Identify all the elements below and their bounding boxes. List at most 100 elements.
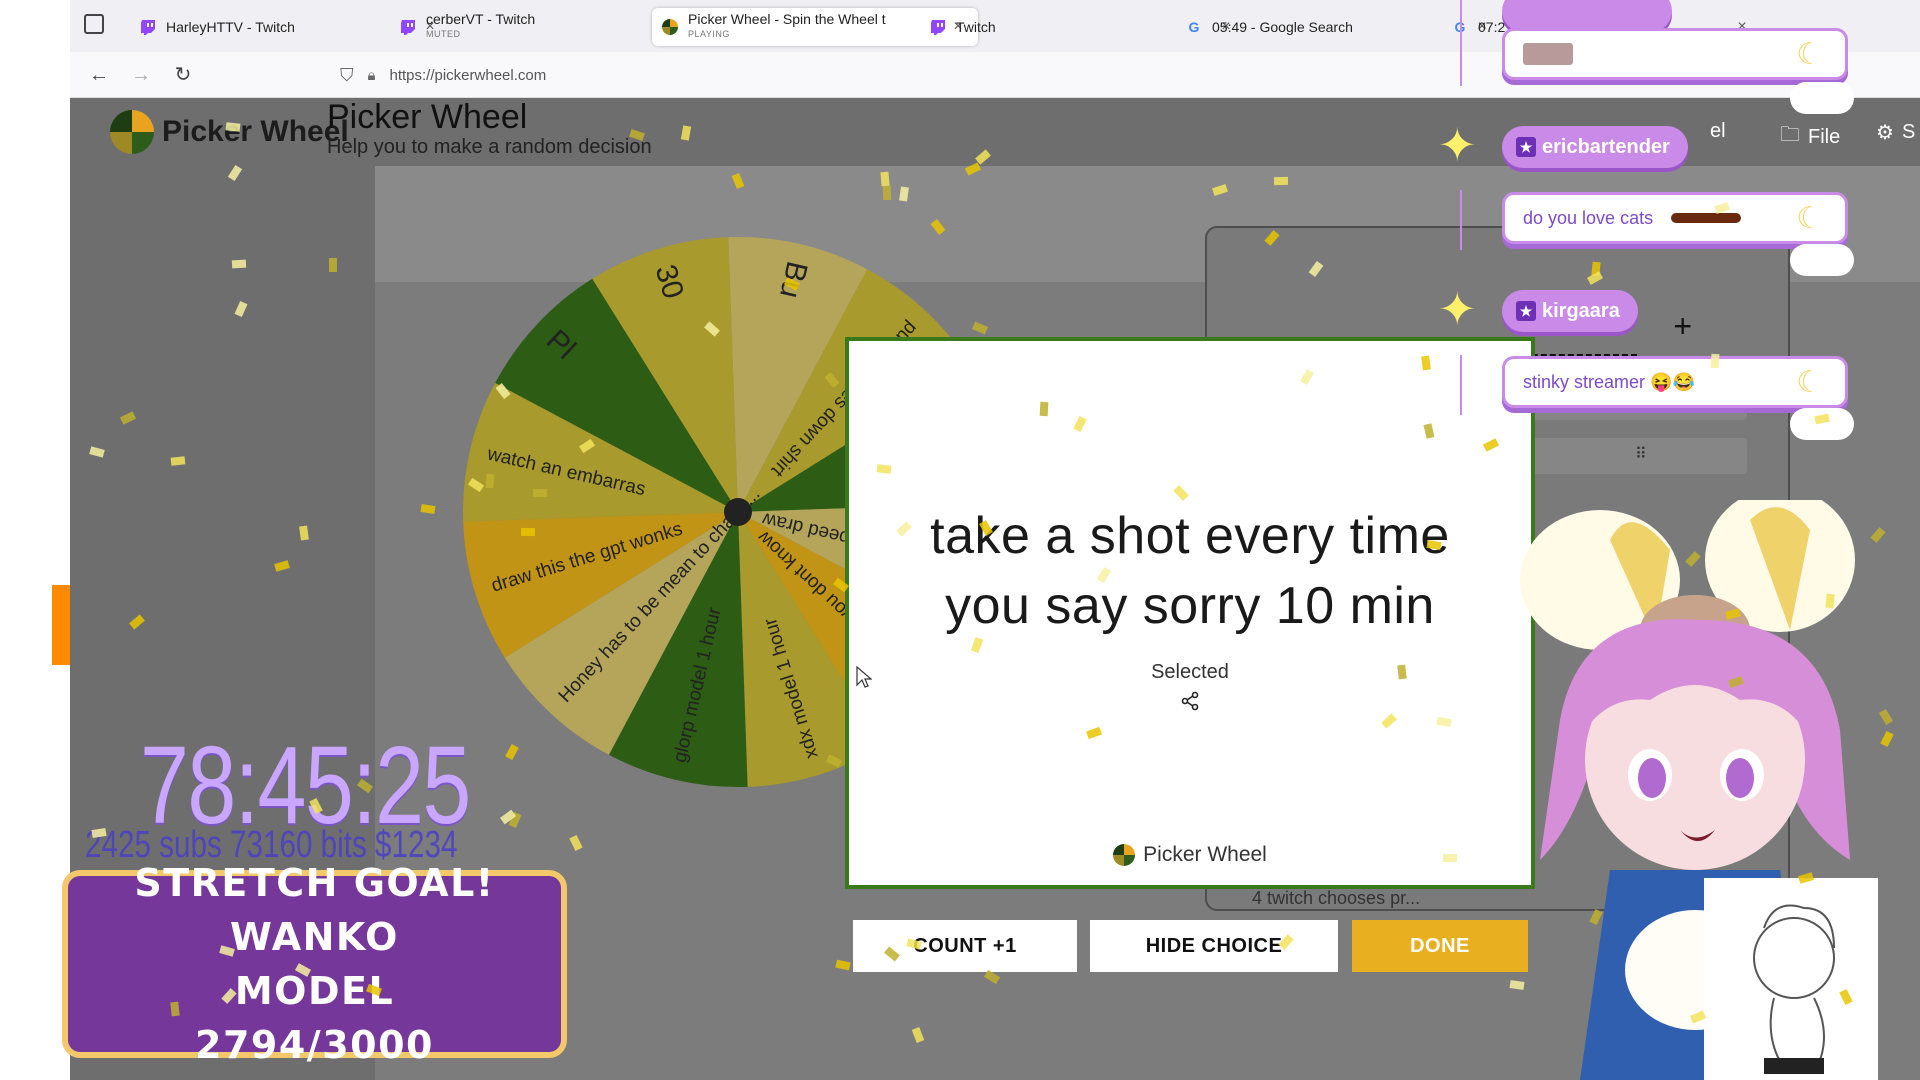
google-icon: G (1188, 19, 1200, 35)
page-title: Picker Wheel (327, 98, 528, 136)
sparkle-icon: ✦ (1438, 283, 1477, 335)
star-badge-icon: ★ (1516, 137, 1536, 157)
back-icon[interactable]: ← (86, 62, 112, 88)
result-modal: take a shot every time you say sorry 10 … (845, 337, 1535, 889)
header-link-settings[interactable]: ⚙ S (1876, 120, 1915, 145)
goal-line: MODEL (234, 969, 395, 1013)
chat-line (1460, 355, 1462, 415)
count-button[interactable]: COUNT +1 (853, 920, 1077, 972)
twitch-icon (140, 19, 156, 35)
confetti-piece (298, 525, 309, 541)
confetti-piece (1273, 176, 1288, 185)
confetti-piece (225, 122, 241, 132)
sketch-drawing (1753, 904, 1835, 1074)
entry-footer-text: 4 twitch chooses pr... (1252, 888, 1421, 908)
header-link-label: el (1710, 120, 1726, 142)
confetti-piece (533, 488, 548, 498)
confetti-piece (1040, 402, 1049, 417)
chat-username-text: ericbartender (1542, 135, 1670, 158)
screen: { "browser": { "tabs": [ {"title": "Harl… (0, 0, 1920, 1080)
confetti-piece (898, 186, 909, 202)
moon-icon: ☾ (1796, 202, 1823, 235)
tab-title: cerberVT - Twitch (426, 12, 536, 27)
hide-choice-button[interactable]: HIDE CHOICE (1090, 920, 1338, 972)
site-logo[interactable]: Picker Wheel (110, 110, 349, 154)
stretch-goal-box: STRETCH GOAL! WANKO MODEL 2794/3000 (62, 861, 567, 1067)
header-link-label: S (1901, 121, 1916, 143)
result-line: you say sorry 10 min (945, 577, 1435, 635)
selected-label: Selected (1151, 661, 1229, 683)
star-badge-icon: ★ (1516, 301, 1536, 321)
forward-icon[interactable]: → (128, 62, 154, 88)
chat-username: ★ ericbartender (1502, 126, 1688, 168)
confetti-piece (485, 474, 495, 489)
confetti-piece (882, 185, 892, 200)
picker-wheel-icon (1113, 844, 1136, 866)
stretch-goal-text: STRETCH GOAL! WANKO MODEL 2794/3000 (68, 856, 561, 1072)
chat-username: ★ kirgaara (1502, 290, 1638, 332)
page-subtitle: Help you to make a random decision (327, 136, 652, 158)
confetti-piece (231, 259, 246, 268)
tab-list-icon[interactable] (84, 14, 104, 34)
tab-title: HarleyHTTV - Twitch (166, 19, 295, 35)
tab-title: 05:49 - Google Search (1212, 19, 1353, 35)
tab-muted-label: MUTED (426, 29, 461, 39)
twitch-icon (930, 19, 946, 35)
lock-icon[interactable]: 🔒︎ (368, 67, 376, 84)
logo-text: Picker Wheel (162, 115, 349, 148)
chat-message-text: stinky streamer 😝😂 (1523, 371, 1695, 392)
confetti-piece (170, 1001, 180, 1016)
confetti-piece (1396, 664, 1407, 680)
confetti-piece (520, 528, 536, 537)
twitch-icon (400, 19, 416, 35)
add-entry-icon[interactable]: + (1673, 308, 1692, 345)
sparkle-icon: ✦ (1438, 119, 1477, 171)
gear-icon: ⚙ (1876, 122, 1894, 144)
moon-icon: ☾ (1796, 38, 1823, 71)
modal-brand-text: Picker Wheel (1143, 843, 1267, 866)
share-icon[interactable] (1180, 691, 1200, 711)
header-link-label: File (1808, 125, 1841, 148)
cockroach-emote (1671, 213, 1742, 223)
overlay-edge-bar (52, 585, 70, 665)
confetti-piece (876, 464, 892, 474)
artist-sketch-panel (1704, 878, 1878, 1080)
confetti-piece (1436, 716, 1452, 727)
confetti-piece (1710, 353, 1720, 369)
header-link-partial[interactable]: el (1710, 120, 1726, 143)
address-bar[interactable]: ⛉ 🔒︎ https://pickerwheel.com (340, 58, 1490, 92)
url-text[interactable]: https://pickerwheel.com (389, 67, 546, 84)
result-line: take a shot every time (930, 507, 1450, 565)
chat-message: stinky streamer 😝😂 ☾ (1502, 356, 1848, 408)
tab-title: Picker Wheel - Spin the Wheel t (688, 12, 886, 27)
shield-icon[interactable]: ⛉ (340, 65, 354, 86)
confetti-piece (1420, 355, 1431, 371)
drag-handle-icon[interactable]: ⠿ (1635, 446, 1651, 464)
confetti-piece (880, 172, 890, 187)
mouse-cursor-icon (856, 666, 872, 688)
cloud-decoration (1790, 82, 1854, 114)
chat-message: do you love cats ☾ (1502, 192, 1848, 244)
goal-line: 2794/3000 (195, 1023, 434, 1067)
moon-icon: ☾ (1796, 366, 1823, 399)
result-text: take a shot every time you say sorry 10 … (849, 501, 1531, 641)
confetti-piece (328, 258, 337, 272)
wheel-hub[interactable] (724, 498, 752, 526)
modal-brand: Picker Wheel (849, 843, 1531, 867)
reload-icon[interactable]: ↻ (170, 62, 196, 88)
picker-wheel-icon (662, 19, 678, 35)
confetti-piece (1443, 854, 1458, 863)
header-link-file[interactable]: 🗀 File (1780, 120, 1840, 154)
tab-playing-label: PLAYING (688, 29, 730, 39)
chat-username-text: kirgaara (1542, 299, 1620, 322)
logo-icon (110, 110, 154, 154)
chat-line (1460, 0, 1462, 86)
goal-line: STRETCH GOAL! WANKO (134, 861, 495, 959)
cloud-decoration (1790, 244, 1854, 276)
cloud-decoration (1790, 408, 1854, 440)
cat-emote (1523, 43, 1573, 65)
folder-icon: 🗀 (1780, 124, 1800, 146)
chat-message: ☾ (1502, 28, 1848, 80)
chat-line (1460, 190, 1462, 250)
chat-message-text: do you love cats (1523, 207, 1654, 228)
